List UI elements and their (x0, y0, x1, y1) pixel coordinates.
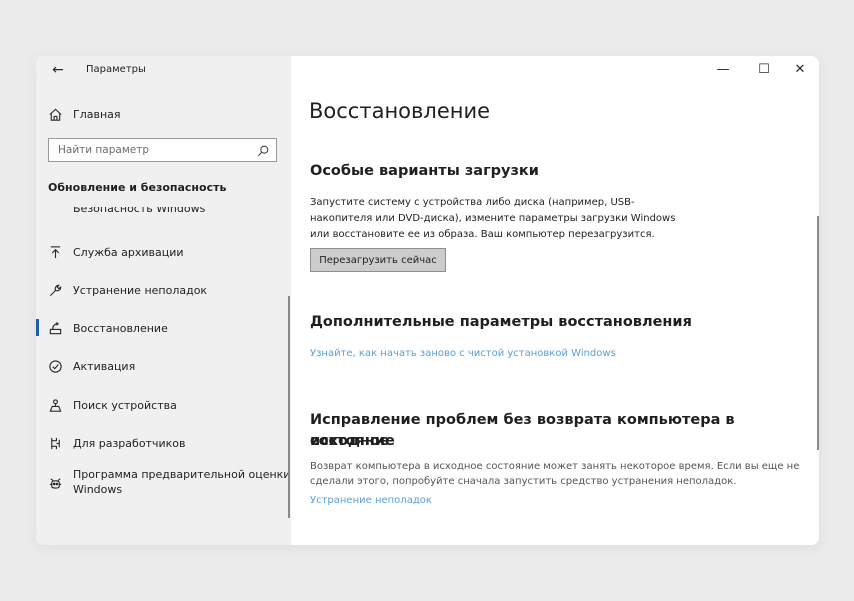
activation-icon (46, 357, 64, 375)
section-heading-fix-problems-line2: состояние (310, 433, 395, 449)
search-placeholder: Найти параметр (58, 144, 149, 156)
sidebar-item-home[interactable]: Главная (36, 99, 291, 129)
maximize-button[interactable]: ☐ (752, 60, 776, 80)
wrench-icon (46, 281, 64, 299)
restart-now-button[interactable]: Перезагрузить сейчас (310, 248, 446, 272)
sidebar-item-label-line1: Программа предварительной оценки (73, 468, 291, 481)
sidebar-item-label: Устранение неполадок (73, 283, 208, 297)
sidebar-item-insider[interactable]: Программа предварительной оценки Windows (36, 466, 291, 500)
troubleshoot-link[interactable]: Устранение неполадок (310, 495, 432, 506)
settings-window: ← Параметры Главная Найти параметр Обнов… (36, 56, 819, 545)
sidebar-item-label: Безопасность Windows (73, 207, 206, 215)
backup-icon (46, 243, 64, 261)
section-heading-advanced-startup: Особые варианты загрузки (310, 163, 539, 179)
section-heading-more-recovery: Дополнительные параметры восстановления (310, 314, 692, 330)
sidebar-item-label: Активация (73, 359, 136, 373)
sidebar-item-label: Для разработчиков (73, 436, 186, 450)
fix-problems-description-line2: сделали этого, попробуйте сначала запуст… (310, 476, 737, 487)
sidebar-item-windows-security[interactable]: Безопасность Windows (73, 207, 273, 216)
minimize-button[interactable]: — (711, 60, 735, 80)
home-icon (46, 105, 64, 123)
sidebar-item-recovery[interactable]: Восстановление (36, 313, 291, 343)
sidebar-item-label: Главная (73, 107, 121, 121)
developer-icon (46, 434, 64, 452)
sidebar-item-label: Восстановление (73, 321, 168, 335)
sidebar-section-title: Обновление и безопасность (48, 181, 227, 194)
sidebar-item-find-device[interactable]: Поиск устройства (36, 390, 291, 420)
search-input[interactable]: Найти параметр (48, 138, 277, 162)
sidebar-item-troubleshoot[interactable]: Устранение неполадок (36, 275, 291, 305)
sidebar-item-activation[interactable]: Активация (36, 351, 291, 381)
fresh-start-link[interactable]: Узнайте, как начать заново с чистой уста… (310, 348, 616, 359)
page-title: Восстановление (309, 99, 491, 123)
advanced-startup-description-line3: или восстановите ее из образа. Ваш компь… (310, 229, 655, 240)
app-title: Параметры (86, 64, 146, 75)
close-button[interactable]: ✕ (788, 60, 812, 80)
sidebar: ← Параметры Главная Найти параметр Обнов… (36, 56, 291, 545)
main-scrollbar[interactable] (817, 216, 819, 450)
sidebar-item-label: Поиск устройства (73, 398, 177, 412)
insider-icon (46, 474, 64, 492)
search-icon[interactable] (256, 143, 270, 157)
sidebar-item-label-line2: Windows (73, 483, 123, 496)
main-content: — ☐ ✕ Восстановление Особые варианты заг… (291, 56, 819, 545)
back-arrow-icon[interactable]: ← (48, 61, 68, 79)
sidebar-item-label: Программа предварительной оценки Windows (73, 467, 290, 497)
sidebar-item-developers[interactable]: Для разработчиков (36, 428, 291, 458)
recovery-icon (46, 319, 64, 337)
sidebar-item-label: Служба архивации (73, 245, 184, 259)
find-device-icon (46, 396, 64, 414)
sidebar-scrollbar[interactable] (288, 296, 290, 518)
sidebar-item-backup[interactable]: Служба архивации (36, 237, 291, 267)
